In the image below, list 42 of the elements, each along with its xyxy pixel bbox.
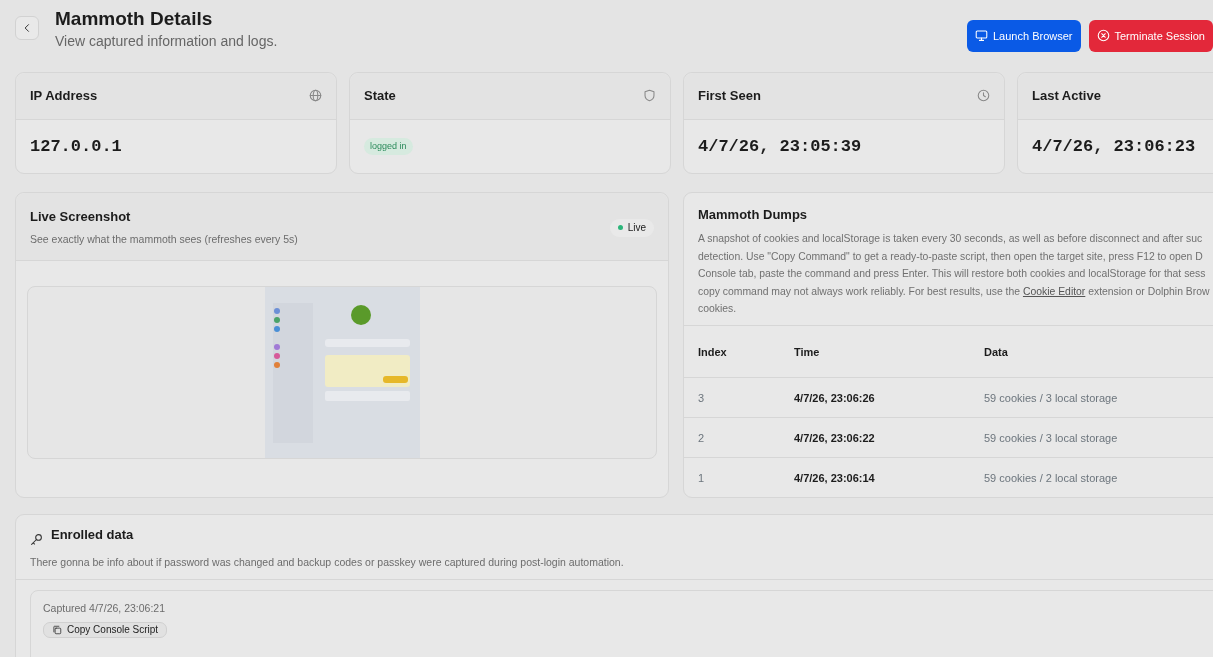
dumps-description: A snapshot of cookies and localStorage is taken every 30 seconds, as well as before disconnect and after suc detection. Use "Copy Command" to get a ready-to-paste script, then open the target site, press F12 to open D Console tab, paste the command and press Enter. This will restore both cookies and localStorage for that sess copy command may not always work reliably. For best results, use the Cookie Editor extension or Dolphin Brow cookies. — [698, 232, 1211, 316]
stat-value: 127.0.0.1 — [30, 135, 122, 158]
stat-label: First Seen — [698, 87, 761, 106]
card-title: Mammoth Dumps — [698, 206, 809, 223]
globe-icon — [309, 89, 322, 103]
stat-label: Last Active — [1032, 87, 1101, 106]
captured-time: Captured 4/7/26, 23:06:21 — [43, 600, 166, 616]
table-cell-text: 2 — [698, 430, 706, 446]
card-subtitle: See exactly what the mammoth sees (refreshes every 5s) — [30, 232, 298, 248]
launch-button[interactable]: Launch Browser — [967, 20, 1081, 52]
clock-icon — [977, 89, 990, 103]
column-header: Data — [984, 344, 1009, 360]
column-header: Index — [698, 344, 728, 360]
copy-script-button[interactable]: Copy Console Script — [43, 621, 168, 638]
copy-icon — [52, 624, 62, 635]
stat-value: 4/7/26, 23:05:39 — [698, 135, 862, 158]
table-cell-text: 59 cookies / 3 local storage — [984, 430, 1119, 446]
table-cell-text: 4/7/26, 23:06:14 — [794, 470, 876, 486]
shield-icon — [643, 89, 656, 103]
terminate-button[interactable]: Terminate Session — [1088, 20, 1213, 52]
monitor-icon — [975, 29, 988, 43]
table-cell-text: 3 — [698, 390, 706, 406]
state-badge: logged in — [364, 137, 413, 156]
stat-label: IP Address — [30, 87, 98, 106]
stat-value: 4/7/26, 23:06:23 — [1032, 135, 1196, 158]
column-header: Time — [794, 344, 821, 360]
cookie-editor-link[interactable]: Cookie Editor — [1022, 285, 1086, 297]
table-cell-text: 59 cookies / 2 local storage — [984, 470, 1119, 486]
back-button[interactable] — [15, 16, 39, 40]
page-subtitle: View captured information and logs. — [55, 31, 278, 51]
card-subtitle: There gonna be info about if password was changed and backup codes or passkey were captured during post-login automation. — [30, 555, 625, 570]
card-title: Enrolled data — [51, 527, 134, 543]
key-icon — [30, 532, 43, 546]
live-badge: Live — [609, 218, 654, 237]
page-title: Mammoth Details — [55, 8, 214, 31]
table-cell-text: 59 cookies / 3 local storage — [984, 390, 1119, 406]
card-title: Live Screenshot — [30, 208, 132, 225]
table-cell-text: 4/7/26, 23:06:26 — [794, 390, 876, 406]
stat-label: State — [364, 87, 396, 106]
table-cell-text: 1 — [698, 470, 706, 486]
table-cell-text: 4/7/26, 23:06:22 — [794, 430, 876, 446]
close-circle-icon — [1096, 29, 1110, 43]
